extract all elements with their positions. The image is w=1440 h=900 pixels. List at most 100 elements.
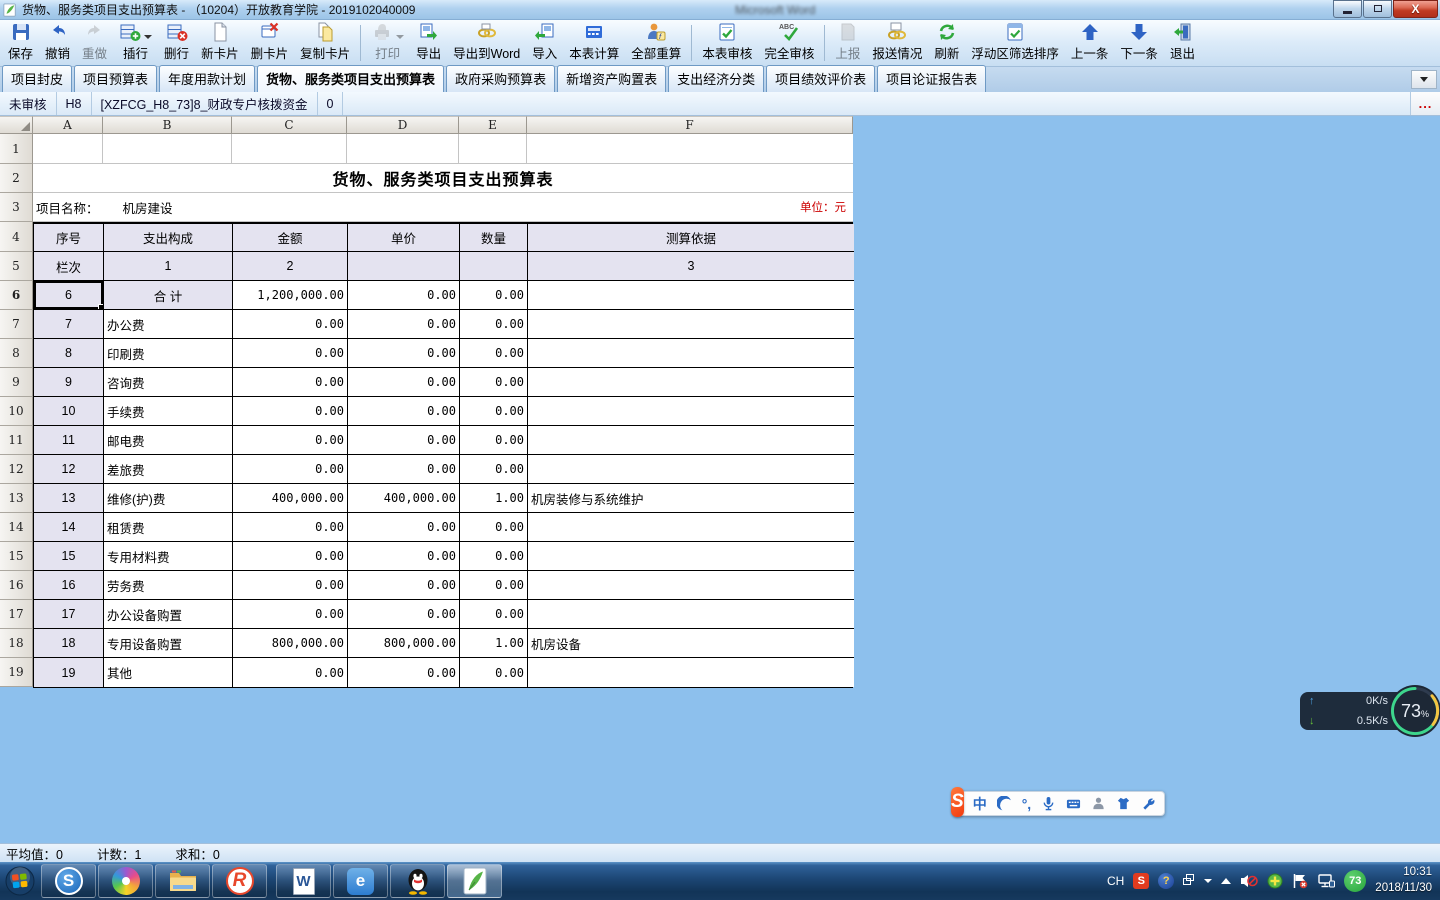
row-header[interactable]: 11: [0, 426, 33, 455]
report-status-button[interactable]: 报送情况: [866, 21, 928, 65]
cell-reference-box[interactable]: H8: [57, 92, 92, 115]
header-basis[interactable]: 测算依据: [528, 224, 854, 252]
cell-basis[interactable]: [528, 310, 854, 339]
taskbar-e-browser[interactable]: e: [333, 864, 388, 898]
submit-button[interactable]: 上报: [829, 21, 866, 65]
taskbar-clock[interactable]: 10:31 2018/11/30: [1375, 865, 1432, 896]
header-seq[interactable]: 序号: [34, 224, 104, 252]
cell-amount[interactable]: 0.00: [233, 426, 348, 455]
cell-seq[interactable]: 10: [34, 397, 104, 426]
cell-name[interactable]: 其他: [104, 658, 233, 687]
cell-name[interactable]: 租赁费: [104, 513, 233, 542]
header-qty[interactable]: 数量: [460, 224, 528, 252]
row-header[interactable]: 19: [0, 658, 33, 687]
cell-seq[interactable]: 12: [34, 455, 104, 484]
cell-amount[interactable]: 0.00: [233, 455, 348, 484]
cell-qty[interactable]: 0.00: [460, 310, 528, 339]
cell-price[interactable]: 400,000.00: [348, 484, 460, 513]
cell-qty[interactable]: 0.00: [460, 600, 528, 629]
insert-row-dropdown[interactable]: [144, 35, 152, 39]
tab-performance-eval[interactable]: 项目绩效评价表: [766, 65, 875, 92]
delete-row-button[interactable]: 删行: [158, 21, 195, 65]
cell-qty[interactable]: 0.00: [460, 426, 528, 455]
row-header[interactable]: 5: [0, 252, 33, 281]
cell-amount[interactable]: 0.00: [233, 368, 348, 397]
cell-basis[interactable]: [528, 542, 854, 571]
cell-qty[interactable]: 1.00: [460, 484, 528, 513]
tab-expense-classification[interactable]: 支出经济分类: [668, 65, 764, 92]
minimize-button[interactable]: [1333, 0, 1362, 18]
row-header[interactable]: 10: [0, 397, 33, 426]
redo-button[interactable]: 重做: [76, 21, 113, 65]
cell-price[interactable]: 0.00: [348, 542, 460, 571]
copy-card-button[interactable]: 复制卡片: [294, 21, 356, 65]
cell-name[interactable]: 邮电费: [104, 426, 233, 455]
cell-seq[interactable]: 17: [34, 600, 104, 629]
row-header[interactable]: 8: [0, 339, 33, 368]
cell-qty[interactable]: 0.00: [460, 658, 528, 687]
skin-icon[interactable]: [1116, 796, 1131, 811]
cell[interactable]: [33, 134, 103, 164]
cell[interactable]: [527, 134, 853, 164]
row-header[interactable]: 2: [0, 164, 33, 193]
cell-basis[interactable]: [528, 368, 854, 397]
cell-price[interactable]: 800,000.00: [348, 629, 460, 658]
cell-amount[interactable]: 0.00: [233, 571, 348, 600]
cell[interactable]: [232, 134, 347, 164]
formula-more-button[interactable]: ...: [1410, 92, 1440, 115]
language-indicator[interactable]: CH: [1107, 874, 1124, 888]
refresh-button[interactable]: 刷新: [928, 21, 965, 65]
window-stack-icon[interactable]: [1183, 874, 1195, 888]
cell-basis[interactable]: 机房装修与系统维护: [528, 484, 854, 513]
cell-price[interactable]: 0.00: [348, 397, 460, 426]
cell-price[interactable]: 0.00: [348, 339, 460, 368]
export-button[interactable]: 导出: [410, 21, 447, 65]
row-header[interactable]: 3: [0, 193, 33, 222]
cell-amount[interactable]: 400,000.00: [233, 484, 348, 513]
col-header-e[interactable]: E: [459, 116, 527, 134]
prev-record-button[interactable]: 上一条: [1065, 21, 1115, 65]
cell-seq[interactable]: 19: [34, 658, 104, 687]
taskbar-file-explorer[interactable]: [155, 864, 210, 898]
select-all-corner[interactable]: [0, 116, 33, 134]
taskbar-qq[interactable]: [390, 864, 445, 898]
row-header[interactable]: 7: [0, 310, 33, 339]
recalc-all-button[interactable]: f全部重算: [625, 21, 687, 65]
delete-card-button[interactable]: 删卡片: [245, 21, 295, 65]
cell-amount[interactable]: 0.00: [233, 600, 348, 629]
cell-seq[interactable]: 13: [34, 484, 104, 513]
taskbar-sogou-browser[interactable]: S: [41, 864, 96, 898]
tab-new-assets[interactable]: 新增资产购置表: [557, 65, 666, 92]
cell-amount[interactable]: 0.00: [233, 513, 348, 542]
exit-button[interactable]: 退出: [1164, 21, 1201, 65]
cell-seq[interactable]: 14: [34, 513, 104, 542]
cell-basis[interactable]: [528, 513, 854, 542]
col-header-d[interactable]: D: [347, 116, 459, 134]
subheader-cell[interactable]: 3: [528, 252, 854, 281]
network-icon[interactable]: [1317, 873, 1335, 889]
chevron-down-icon[interactable]: [1204, 879, 1212, 883]
cell-qty[interactable]: 0.00: [460, 339, 528, 368]
cell-name[interactable]: 手续费: [104, 397, 233, 426]
row-header-current[interactable]: 6: [0, 281, 33, 310]
col-header-a[interactable]: A: [33, 116, 103, 134]
restore-button[interactable]: [1363, 0, 1392, 18]
cell[interactable]: [459, 134, 527, 164]
cell-price[interactable]: 0.00: [348, 310, 460, 339]
cell-basis[interactable]: [528, 339, 854, 368]
tab-project-report[interactable]: 项目论证报告表: [877, 65, 986, 92]
cell-qty[interactable]: 0.00: [460, 397, 528, 426]
cell-basis[interactable]: [528, 658, 854, 687]
help-tray-icon[interactable]: ?: [1158, 873, 1174, 889]
cell-basis[interactable]: [528, 571, 854, 600]
chinese-mode-icon[interactable]: 中: [973, 794, 987, 814]
export-word-button[interactable]: 导出到Word: [447, 21, 526, 65]
insert-row-button[interactable]: 插行: [113, 21, 158, 65]
row-header[interactable]: 4: [0, 222, 33, 252]
cell-basis[interactable]: [528, 600, 854, 629]
col-header-c[interactable]: C: [232, 116, 347, 134]
tab-gov-procurement[interactable]: 政府采购预算表: [446, 65, 555, 92]
subheader-cell[interactable]: 2: [233, 252, 348, 281]
action-center-flag-icon[interactable]: [1292, 873, 1308, 889]
tab-project-budget[interactable]: 项目预算表: [74, 65, 157, 92]
